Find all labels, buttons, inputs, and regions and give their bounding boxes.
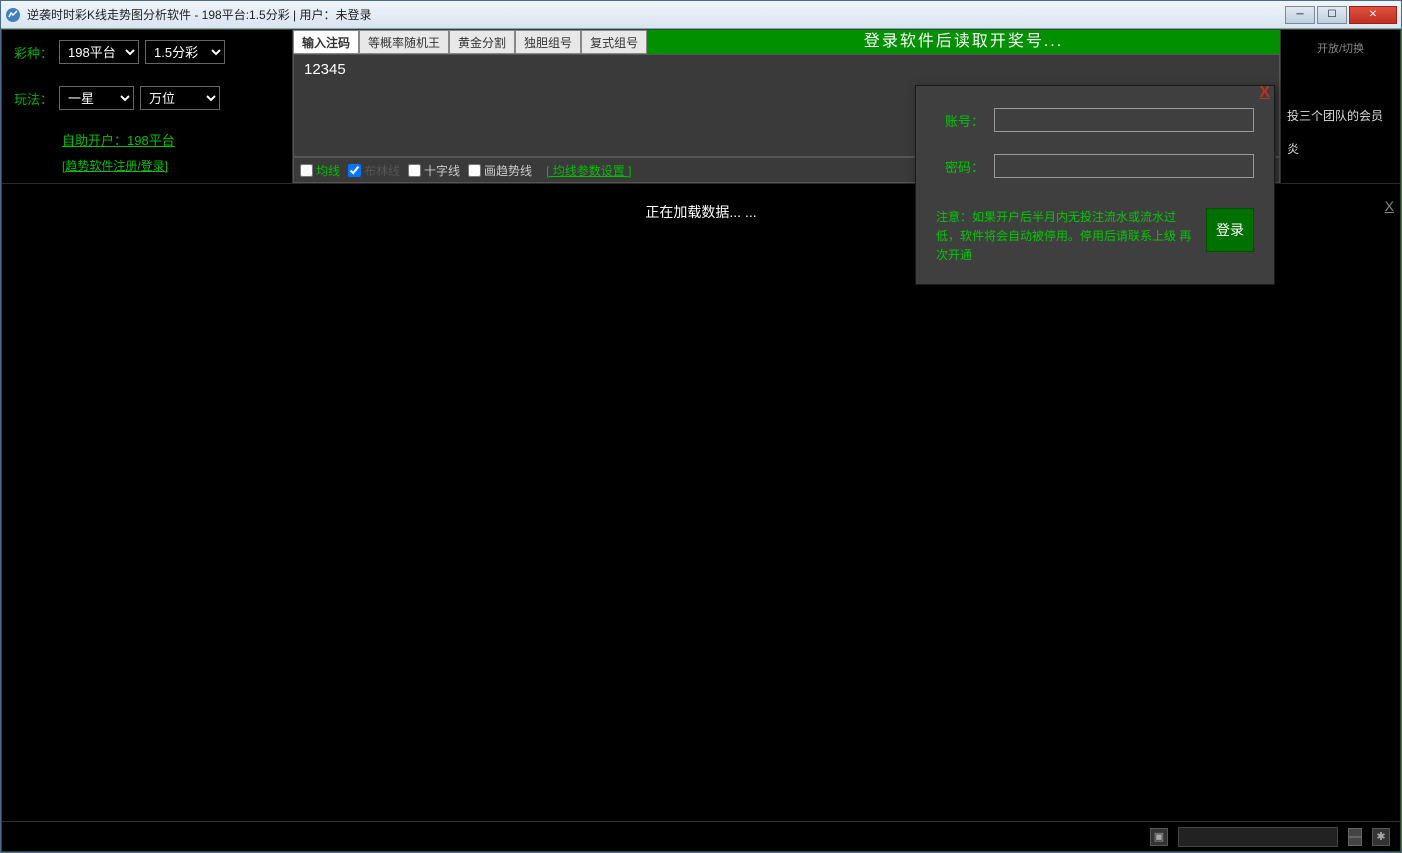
username-label: 账号： bbox=[936, 111, 984, 130]
trendline-checkbox[interactable] bbox=[468, 164, 481, 177]
tab-input-code[interactable]: 输入注码 bbox=[293, 30, 359, 54]
minimize-button[interactable]: ─ bbox=[1285, 6, 1315, 24]
folder-icon[interactable]: ▣ bbox=[1150, 828, 1168, 846]
subtype-select[interactable]: 1.5分彩 bbox=[145, 40, 225, 64]
lottery-banner: 登录软件后读取开奖号... bbox=[647, 30, 1280, 54]
password-label: 密码： bbox=[936, 157, 984, 176]
login-dialog: X 账号： 密码： 注意：如果开户后半月内无投注流水或流水过低，软件将会自动被停… bbox=[915, 85, 1275, 285]
tab-single-group[interactable]: 独胆组号 bbox=[515, 30, 581, 54]
register-link[interactable]: [趋势软件注册/登录] bbox=[62, 159, 168, 173]
window-title: 逆袭时时彩K线走势图分析软件 - 198平台:1.5分彩 | 用户：未登录 bbox=[27, 6, 1285, 23]
gear-icon[interactable]: ✱ bbox=[1372, 828, 1390, 846]
play-mode-select[interactable]: 一星 bbox=[59, 86, 134, 110]
platform-select[interactable]: 198平台 bbox=[59, 40, 139, 64]
signup-link[interactable]: 自助开户：198平台 bbox=[62, 133, 175, 148]
avg-line-checkbox[interactable] bbox=[300, 164, 313, 177]
status-stepper[interactable] bbox=[1348, 828, 1362, 846]
switch-link[interactable]: 开放/切换 bbox=[1287, 40, 1394, 56]
status-bar: ▣ ✱ bbox=[2, 821, 1400, 851]
left-panel: 彩种： 198平台 1.5分彩 玩法： 一星 万位 自助开户：198平台 [趋势… bbox=[2, 30, 292, 183]
close-button[interactable]: ✕ bbox=[1349, 6, 1397, 24]
login-warning: 注意：如果开户后半月内无投注流水或流水过低，软件将会自动被停用。停用后请联系上级… bbox=[936, 208, 1196, 266]
status-field[interactable] bbox=[1178, 827, 1338, 847]
right-msg1: 投三个团队的会员 bbox=[1287, 106, 1394, 128]
username-input[interactable] bbox=[994, 108, 1254, 132]
crosshair-checkbox[interactable] bbox=[408, 164, 421, 177]
bollinger-checkbox[interactable] bbox=[348, 164, 361, 177]
titlebar[interactable]: 逆袭时时彩K线走势图分析软件 - 198平台:1.5分彩 | 用户：未登录 ─ … bbox=[1, 1, 1401, 29]
loading-text: 正在加载数据... ... bbox=[645, 202, 756, 222]
app-window: 逆袭时时彩K线走势图分析软件 - 198平台:1.5分彩 | 用户：未登录 ─ … bbox=[0, 0, 1402, 853]
app-icon bbox=[5, 7, 21, 23]
login-submit-button[interactable]: 登录 bbox=[1206, 208, 1254, 252]
tab-random-king[interactable]: 等概率随机王 bbox=[359, 30, 449, 54]
password-input[interactable] bbox=[994, 154, 1254, 178]
lottery-label: 彩种： bbox=[14, 43, 53, 62]
avg-settings-link[interactable]: [ 均线参数设置 ] bbox=[546, 162, 631, 179]
tab-golden-ratio[interactable]: 黄金分割 bbox=[449, 30, 515, 54]
position-select[interactable]: 万位 bbox=[140, 86, 220, 110]
right-panel: 开放/切换 投三个团队的会员 炎 X bbox=[1280, 30, 1400, 183]
play-label: 玩法： bbox=[14, 89, 53, 108]
maximize-button[interactable]: ☐ bbox=[1317, 6, 1347, 24]
right-msg2: 炎 bbox=[1287, 140, 1394, 157]
tabs-bar: 输入注码 等概率随机王 黄金分割 独胆组号 复式组号 bbox=[293, 30, 647, 54]
client-area: 彩种： 198平台 1.5分彩 玩法： 一星 万位 自助开户：198平台 [趋势… bbox=[1, 29, 1401, 852]
login-close-button[interactable]: X bbox=[1259, 84, 1270, 102]
tab-compound-group[interactable]: 复式组号 bbox=[581, 30, 647, 54]
